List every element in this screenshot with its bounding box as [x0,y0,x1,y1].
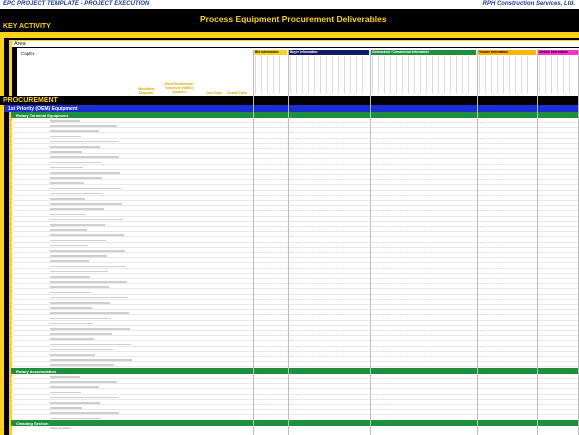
template-title: EPC PROJECT TEMPLATE - PROJECT EXECUTION [3,1,150,7]
due-date-heading: Due Date [206,91,222,95]
group-bid-information: Bid Information [254,50,287,55]
section-label-3: Cleaning Section [16,420,49,426]
actual-date-heading: Actual Date [227,91,247,95]
key-activity-label: KEY ACTIVITY [3,23,51,30]
table-row: · · · · · · · · · · · [0,362,579,368]
title-band: Process Equipment Procurement Deliverabl… [0,9,579,32]
column-header-strip [468,56,475,94]
capex-rail [12,47,17,96]
priority-label: 1st Priority (OEM) Equipment [8,105,78,112]
group-vendor-information-2: Vendor Information [538,50,579,55]
wbs-amount-heading: Work Breakdown Structure (WBS) Amount [164,82,194,94]
grid-line [537,50,538,435]
column-header-strip [527,56,534,94]
table-row: Cleaning system [0,426,579,431]
group-label: Vendor Information [479,50,509,54]
section-label-2: Rotary Accumulation [16,368,57,374]
main-title: Process Equipment Procurement Deliverabl… [200,14,387,24]
group-label: Bid Information [255,50,279,54]
area-band [9,40,579,41]
procurement-band [0,96,579,105]
group-contractual-information: Contractual / Commercial Information [371,50,476,55]
grid-line [477,50,478,435]
capex-label: CapEx [21,51,35,56]
group-buyer-information: Buyer Information [289,50,369,55]
column-header-strip [279,56,286,94]
document-header: EPC PROJECT TEMPLATE - PROJECT EXECUTION… [0,0,579,8]
section-label-1: Rotary Terminal Equipment [16,112,68,118]
group-vendor-information: Vendor Information [478,50,536,55]
capex-rule [12,47,579,48]
row-description: Cleaning system [50,426,71,430]
grid-line [288,50,289,435]
company-name: RPH Construction Services, Ltd. [482,1,575,7]
grid-line [253,50,254,435]
grid-line [370,50,371,435]
priority-band [4,105,579,112]
column-header-strip [362,56,369,94]
column-header-strip [569,56,576,94]
workflow-diagram-heading: Workflow Diagram [137,87,155,95]
group-label: Contractual / Commercial Information [372,50,430,54]
group-label: Buyer Information [290,50,318,54]
group-label: Vendor Information [539,50,569,54]
procurement-label: PROCUREMENT [3,97,58,104]
